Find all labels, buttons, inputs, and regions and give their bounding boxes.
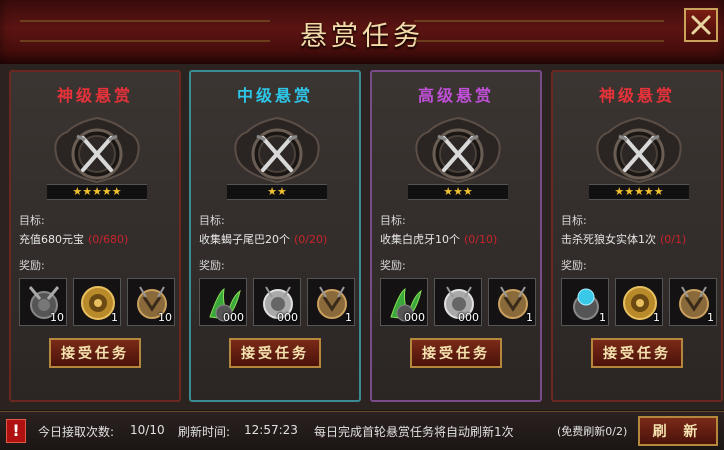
reward-quantity: 000 [404, 311, 425, 324]
reward-item[interactable]: 1 [561, 278, 609, 326]
bounty-tier-title: 中级悬赏 [236, 86, 313, 105]
reward-quantity: 10 [50, 311, 64, 324]
footer-bar: ! 今日接取次数: 10/10 刷新时间: 12:57:23 每日完成首轮悬赏任… [0, 411, 724, 450]
bounty-card: 神级悬赏 ★★★★★ 目标: 充值680元宝 (0/680) 奖励: 10 1 [9, 70, 181, 402]
goal-label: 目标: [380, 214, 406, 227]
goal-text: 充值680元宝 [19, 233, 84, 246]
reward-slots: 000 000 1 [380, 278, 536, 330]
title-bar: 悬赏任务 [0, 0, 724, 66]
goal-progress: (0/680) [88, 233, 129, 246]
reward-label: 奖励: [561, 259, 587, 272]
reward-item[interactable]: 000 [199, 278, 247, 326]
reward-quantity: 1 [707, 311, 714, 324]
reward-slots: 000 000 1 [199, 278, 355, 330]
daily-count-label: 今日接取次数: [38, 425, 115, 439]
goal-description: 收集白虎牙10个 (0/10) [380, 231, 497, 247]
accept-task-button[interactable]: 接受任务 [591, 338, 683, 368]
reward-item[interactable]: 10 [19, 278, 67, 326]
crossed-swords-emblem-icon [234, 116, 320, 184]
accept-task-button[interactable]: 接受任务 [410, 338, 502, 368]
bounty-tier-title: 神级悬赏 [56, 86, 133, 105]
star-rating: ★★★ [408, 184, 508, 200]
crossed-swords-emblem-icon [54, 116, 140, 184]
refresh-time-label: 刷新时间: [178, 425, 231, 439]
goal-description: 击杀死狼女实体1次 (0/1) [561, 231, 686, 247]
bounty-tier-title: 高级悬赏 [417, 86, 494, 105]
reward-quantity: 1 [653, 311, 660, 324]
reward-item[interactable]: 1 [669, 278, 717, 326]
reward-item[interactable]: 1 [73, 278, 121, 326]
page-title: 悬赏任务 [300, 21, 424, 52]
reward-quantity: 1 [599, 311, 606, 324]
reward-item[interactable]: 000 [253, 278, 301, 326]
crossed-swords-emblem-icon [415, 116, 501, 184]
reward-slots: 1 1 1 [561, 278, 717, 330]
goal-label: 目标: [19, 214, 45, 227]
close-icon [691, 15, 711, 35]
star-rating: ★★★★★ [47, 184, 147, 200]
reward-item[interactable]: 1 [307, 278, 355, 326]
reward-item[interactable]: 000 [380, 278, 428, 326]
bounty-tier-title: 神级悬赏 [598, 86, 675, 105]
reward-item[interactable]: 000 [434, 278, 482, 326]
daily-count-value: 10/10 [130, 423, 165, 437]
reward-quantity: 1 [345, 311, 352, 324]
star-rating: ★★★★★ [589, 184, 689, 200]
reward-quantity: 1 [111, 311, 118, 324]
reward-item[interactable]: 1 [615, 278, 663, 326]
reward-quantity: 000 [223, 311, 244, 324]
goal-description: 收集蝎子尾巴20个 (0/20) [199, 231, 327, 247]
free-refresh-count: (免费刷新0/2) [557, 425, 628, 438]
reward-quantity: 000 [458, 311, 479, 324]
refresh-time-value: 12:57:23 [244, 423, 298, 437]
accept-task-button[interactable]: 接受任务 [49, 338, 141, 368]
goal-description: 充值680元宝 (0/680) [19, 231, 128, 247]
accept-task-button[interactable]: 接受任务 [229, 338, 321, 368]
goal-label: 目标: [561, 214, 587, 227]
reward-label: 奖励: [199, 259, 225, 272]
reward-slots: 10 1 10 [19, 278, 175, 330]
auto-refresh-notice: 每日完成首轮悬赏任务将自动刷新1次 [314, 425, 514, 439]
reward-quantity: 1 [526, 311, 533, 324]
refresh-button[interactable]: 刷 新 [638, 416, 718, 446]
goal-label: 目标: [199, 214, 225, 227]
bounty-card: 高级悬赏 ★★★ 目标: 收集白虎牙10个 (0/10) 奖励: 000 000 [370, 70, 542, 402]
goal-text: 收集蝎子尾巴20个 [199, 233, 290, 246]
goal-text: 收集白虎牙10个 [380, 233, 460, 246]
reward-label: 奖励: [380, 259, 406, 272]
alert-icon[interactable]: ! [6, 419, 26, 443]
goal-progress: (0/10) [464, 233, 498, 246]
goal-progress: (0/20) [294, 233, 328, 246]
reward-label: 奖励: [19, 259, 45, 272]
bounty-card: 神级悬赏 ★★★★★ 目标: 击杀死狼女实体1次 (0/1) 奖励: 1 1 1… [551, 70, 723, 402]
reward-item[interactable]: 10 [127, 278, 175, 326]
crossed-swords-emblem-icon [596, 116, 682, 184]
reward-quantity: 10 [158, 311, 172, 324]
goal-text: 击杀死狼女实体1次 [561, 233, 656, 246]
star-rating: ★★ [227, 184, 327, 200]
goal-progress: (0/1) [660, 233, 687, 246]
close-button[interactable] [684, 8, 718, 42]
reward-item[interactable]: 1 [488, 278, 536, 326]
bounty-card: 中级悬赏 ★★ 目标: 收集蝎子尾巴20个 (0/20) 奖励: 000 000 [189, 70, 361, 402]
reward-quantity: 000 [277, 311, 298, 324]
